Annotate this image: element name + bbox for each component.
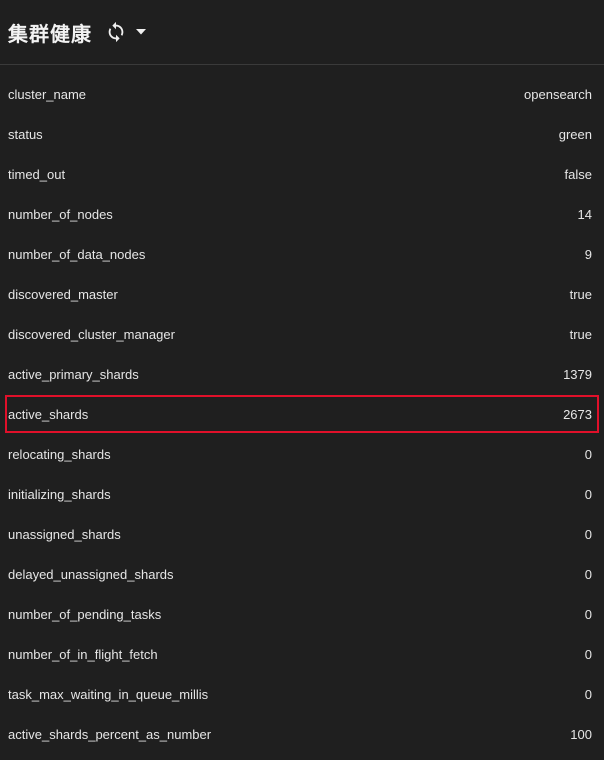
row-value: 14 — [577, 206, 592, 222]
row-key: unassigned_shards — [8, 526, 121, 542]
refresh-button[interactable] — [104, 20, 128, 44]
table-row: number_of_in_flight_fetch 0 — [0, 634, 604, 674]
table-row: number_of_nodes 14 — [0, 194, 604, 234]
panel-header: 集群健康 — [0, 0, 604, 65]
caret-down-icon — [136, 29, 146, 35]
row-key: relocating_shards — [8, 446, 111, 462]
row-value: 100 — [570, 726, 592, 742]
row-value: 0 — [584, 486, 592, 502]
row-value: opensearch — [524, 86, 592, 102]
row-key: active_primary_shards — [8, 366, 139, 382]
row-key: number_of_data_nodes — [8, 246, 146, 262]
table-row: discovered_master true — [0, 274, 604, 314]
table-row: initializing_shards 0 — [0, 474, 604, 514]
row-value: 0 — [584, 606, 592, 622]
refresh-icon — [108, 21, 124, 43]
row-value: true — [569, 286, 592, 302]
row-key: timed_out — [8, 166, 66, 182]
table-row: active_primary_shards 1379 — [0, 354, 604, 394]
table-row: discovered_cluster_manager true — [0, 314, 604, 354]
row-value: 0 — [584, 686, 592, 702]
cluster-health-table: cluster_name opensearch status green timed_o… — [0, 74, 604, 754]
row-key: status — [8, 126, 43, 142]
row-key: number_of_pending_tasks — [8, 606, 162, 622]
row-key: delayed_unassigned_shards — [8, 566, 174, 582]
table-row: active_shards_percent_as_number 100 — [0, 714, 604, 754]
row-value: 0 — [584, 646, 592, 662]
row-key: cluster_name — [8, 86, 87, 102]
table-row: task_max_waiting_in_queue_millis 0 — [0, 674, 604, 714]
row-value: 0 — [584, 446, 592, 462]
row-value: true — [569, 326, 592, 342]
row-key: task_max_waiting_in_queue_millis — [8, 686, 209, 702]
row-value: 9 — [584, 246, 592, 262]
row-key: discovered_master — [8, 286, 118, 302]
row-key: discovered_cluster_manager — [8, 326, 175, 342]
table-row: relocating_shards 0 — [0, 434, 604, 474]
table-row: unassigned_shards 0 — [0, 514, 604, 554]
table-row: status green — [0, 114, 604, 154]
table-row: number_of_pending_tasks 0 — [0, 594, 604, 634]
table-row: delayed_unassigned_shards 0 — [0, 554, 604, 594]
table-row: number_of_data_nodes 9 — [0, 234, 604, 274]
row-value: green — [558, 126, 592, 142]
table-row: active_shards 2673 — [0, 394, 604, 434]
page-title: 集群健康 — [8, 21, 92, 46]
table-row: timed_out false — [0, 154, 604, 194]
row-key: initializing_shards — [8, 486, 111, 502]
dropdown-toggle[interactable] — [134, 20, 148, 44]
row-value: 0 — [584, 566, 592, 582]
row-value: 2673 — [563, 406, 592, 422]
row-key: number_of_nodes — [8, 206, 113, 222]
row-key: active_shards — [8, 406, 89, 422]
row-key: active_shards_percent_as_number — [8, 726, 212, 742]
row-key: number_of_in_flight_fetch — [8, 646, 158, 662]
row-value: 0 — [584, 526, 592, 542]
table-row: cluster_name opensearch — [0, 74, 604, 114]
row-value: false — [564, 166, 592, 182]
row-value: 1379 — [563, 366, 592, 382]
